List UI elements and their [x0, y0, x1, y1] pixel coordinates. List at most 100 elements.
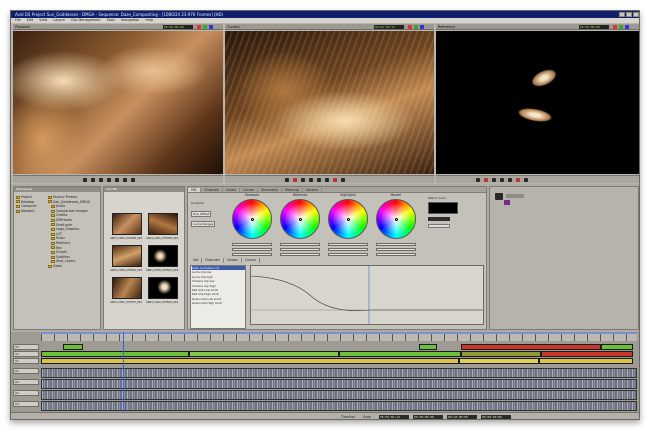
- midtones-slider[interactable]: [280, 253, 320, 256]
- match-mode-select[interactable]: [428, 217, 450, 221]
- timeline-clip[interactable]: [63, 344, 83, 350]
- monitor-label[interactable]: Reference: [438, 24, 455, 30]
- menu-layout[interactable]: Layout: [53, 18, 65, 23]
- master-slider[interactable]: [376, 253, 416, 256]
- timeline-clip[interactable]: [419, 344, 437, 350]
- timeline-ruler[interactable]: [41, 334, 637, 341]
- shadows-slider[interactable]: [232, 243, 272, 246]
- highlights-slider[interactable]: [328, 243, 368, 246]
- mark-out-icon[interactable]: [333, 178, 337, 182]
- timeline-clip[interactable]: [461, 351, 541, 357]
- audio-track-a1[interactable]: [41, 368, 637, 378]
- menu-help[interactable]: Help: [145, 18, 153, 23]
- effect-icon[interactable]: [504, 200, 510, 205]
- track-header-a2[interactable]: A2: [13, 379, 39, 385]
- play-icon[interactable]: [317, 178, 321, 182]
- timeline-clip[interactable]: [189, 351, 339, 357]
- hue-offset-button[interactable]: Hue Offset: [191, 211, 211, 217]
- mark-in-icon[interactable]: [484, 178, 488, 182]
- status-timecode[interactable]: 00:10:00:00: [447, 415, 477, 419]
- shadows-slider[interactable]: [232, 248, 272, 251]
- controls-button[interactable]: Controls: [191, 201, 203, 205]
- menu-navigation[interactable]: Navigation: [121, 18, 139, 23]
- curve-graph[interactable]: [250, 265, 484, 325]
- clip-thumbnail[interactable]: [112, 277, 142, 299]
- clip-thumbnail[interactable]: [148, 213, 178, 235]
- track-header-a3[interactable]: A3: [13, 390, 39, 396]
- minimize-button[interactable]: [619, 12, 625, 17]
- parameter-item[interactable]: Green Clip High Limit: [192, 301, 245, 305]
- menu-view[interactable]: View: [39, 18, 47, 23]
- rewind-icon[interactable]: [285, 178, 289, 182]
- wheel-handle[interactable]: [299, 218, 302, 221]
- timeline-clip[interactable]: [541, 351, 633, 357]
- track-header-a4[interactable]: A4: [13, 401, 39, 407]
- mark-in-icon[interactable]: [293, 178, 297, 182]
- luma-ranges-button[interactable]: Luma Ranges: [191, 221, 216, 227]
- close-button[interactable]: [633, 12, 639, 17]
- monitor-timecode[interactable]: 00:00:00:00: [163, 25, 193, 29]
- stop-icon[interactable]: [99, 178, 103, 182]
- step-back-icon[interactable]: [492, 178, 496, 182]
- audio-track-a3[interactable]: [41, 390, 637, 400]
- play-icon[interactable]: [500, 178, 504, 182]
- timeline-clip[interactable]: [339, 351, 461, 357]
- menu-tools[interactable]: Tools: [107, 18, 115, 23]
- timeline-clip[interactable]: [601, 344, 633, 350]
- shadows-color-wheel[interactable]: [232, 199, 272, 239]
- fast-forward-icon[interactable]: [341, 178, 345, 182]
- wheel-handle[interactable]: [395, 218, 398, 221]
- fast-forward-icon[interactable]: [524, 178, 528, 182]
- track-header-a1[interactable]: A1: [13, 368, 39, 374]
- mark-out-icon[interactable]: [516, 178, 520, 182]
- timeline-clip[interactable]: [41, 351, 189, 357]
- clip-thumbnail[interactable]: [112, 245, 142, 267]
- midtones-slider[interactable]: [280, 243, 320, 246]
- midtones-color-wheel[interactable]: [280, 199, 320, 239]
- status-timecode[interactable]: 00:00:00:00: [413, 415, 443, 419]
- monitor-timecode[interactable]: 00:05:09:14: [374, 25, 404, 29]
- reference-monitor[interactable]: [436, 31, 639, 174]
- status-timecode[interactable]: 00:00:00:00: [481, 415, 511, 419]
- master-color-wheel[interactable]: [376, 199, 416, 239]
- step-forward-icon[interactable]: [325, 178, 329, 182]
- track-header-v1[interactable]: V1: [13, 358, 39, 364]
- snap-toggle[interactable]: Snap: [363, 415, 371, 419]
- menu-file[interactable]: File: [15, 18, 21, 23]
- track-header-v2[interactable]: V2: [13, 351, 39, 357]
- timeline-clip[interactable]: [461, 344, 601, 350]
- timeline-label[interactable]: Timeline: [341, 415, 355, 419]
- wheel-handle[interactable]: [347, 218, 350, 221]
- menu-edit[interactable]: Edit: [27, 18, 34, 23]
- playback-monitor[interactable]: [13, 31, 223, 174]
- status-timecode[interactable]: 00:05:09:14: [379, 415, 409, 419]
- step-back-icon[interactable]: [91, 178, 95, 182]
- maximize-button[interactable]: [626, 12, 632, 17]
- clip-thumbnail[interactable]: [112, 213, 142, 235]
- step-forward-icon[interactable]: [115, 178, 119, 182]
- match-color-button[interactable]: [428, 224, 450, 228]
- wheel-handle[interactable]: [251, 218, 254, 221]
- highlights-slider[interactable]: [328, 248, 368, 251]
- highlights-slider[interactable]: [328, 253, 368, 256]
- midtones-slider[interactable]: [280, 248, 320, 251]
- timeline-clip[interactable]: [41, 358, 459, 364]
- audio-track-a4[interactable]: [41, 401, 637, 411]
- step-forward-icon[interactable]: [508, 178, 512, 182]
- fast-forward-icon[interactable]: [123, 178, 127, 182]
- loop-icon[interactable]: [131, 178, 135, 182]
- rewind-icon[interactable]: [83, 178, 87, 182]
- highlights-color-wheel[interactable]: [328, 199, 368, 239]
- tree-item[interactable]: Video: [48, 264, 99, 269]
- tab-viewer[interactable]: Viewer: [224, 258, 242, 263]
- audio-track-a2[interactable]: [41, 379, 637, 389]
- match-color-swatch[interactable]: [428, 202, 458, 214]
- monitor-timecode[interactable]: 00:00:00:00: [579, 25, 609, 29]
- track-header-v3[interactable]: V3: [13, 344, 39, 350]
- rewind-icon[interactable]: [476, 178, 480, 182]
- current-monitor[interactable]: [225, 31, 434, 174]
- tab-channels[interactable]: Channels: [202, 258, 224, 263]
- shadows-slider[interactable]: [232, 253, 272, 256]
- master-slider[interactable]: [376, 243, 416, 246]
- stop-icon[interactable]: [309, 178, 313, 182]
